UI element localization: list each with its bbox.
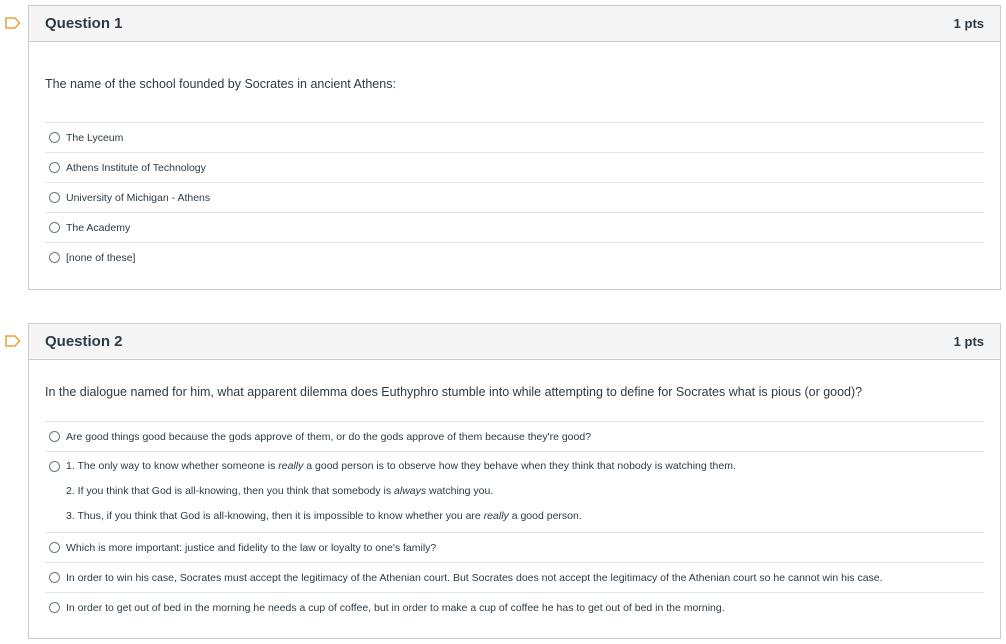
question-title: Question 2 <box>45 333 123 350</box>
answer-option[interactable]: In order to win his case, Socrates must … <box>45 562 984 592</box>
answer-option[interactable]: Which is more important: justice and fid… <box>45 532 984 562</box>
answer-list: The Lyceum Athens Institute of Technolog… <box>45 122 984 272</box>
question-card-2: Question 2 1 pts In the dialogue named f… <box>28 323 1001 639</box>
answer-label: In order to win his case, Socrates must … <box>66 571 883 584</box>
answer-line: 1. The only way to know whether someone … <box>66 460 736 472</box>
answer-label: Which is more important: justice and fid… <box>66 541 437 554</box>
answer-option[interactable]: In order to get out of bed in the mornin… <box>45 592 984 622</box>
answer-list: Are good things good because the gods ap… <box>45 421 984 622</box>
answer-option[interactable]: The Lyceum <box>45 122 984 152</box>
radio-button[interactable] <box>49 461 60 472</box>
answer-option[interactable]: 1. The only way to know whether someone … <box>45 451 984 532</box>
question-title: Question 1 <box>45 15 123 32</box>
question-points: 1 pts <box>953 334 984 349</box>
question-points: 1 pts <box>953 16 984 31</box>
flag-question-icon[interactable] <box>5 335 21 347</box>
radio-button[interactable] <box>49 542 60 553</box>
question-text: In the dialogue named for him, what appa… <box>45 385 863 399</box>
question-card-1: Question 1 1 pts The name of the school … <box>28 5 1001 290</box>
answer-line: 2. If you think that God is all-knowing,… <box>66 485 494 497</box>
answer-label: The Academy <box>66 221 131 234</box>
answer-option[interactable]: Athens Institute of Technology <box>45 152 984 182</box>
answer-label: In order to get out of bed in the mornin… <box>66 601 725 614</box>
question-header: Question 1 1 pts <box>29 6 1000 42</box>
question-text: The name of the school founded by Socrat… <box>45 77 396 91</box>
answer-option[interactable]: University of Michigan - Athens <box>45 182 984 212</box>
radio-button[interactable] <box>49 192 60 203</box>
radio-button[interactable] <box>49 252 60 263</box>
answer-label: [none of these] <box>66 251 136 264</box>
radio-button[interactable] <box>49 222 60 233</box>
radio-button[interactable] <box>49 162 60 173</box>
answer-label: 1. The only way to know whether someone … <box>66 460 736 522</box>
answer-line: 3. Thus, if you think that God is all-kn… <box>66 510 582 522</box>
answer-label: Are good things good because the gods ap… <box>66 430 592 443</box>
answer-label: University of Michigan - Athens <box>66 191 211 204</box>
answer-option[interactable]: The Academy <box>45 212 984 242</box>
flag-question-icon[interactable] <box>5 17 21 29</box>
question-header: Question 2 1 pts <box>29 324 1000 360</box>
radio-button[interactable] <box>49 602 60 613</box>
answer-option[interactable]: [none of these] <box>45 242 984 272</box>
answer-label: The Lyceum <box>66 131 124 144</box>
radio-button[interactable] <box>49 572 60 583</box>
radio-button[interactable] <box>49 431 60 442</box>
answer-option[interactable]: Are good things good because the gods ap… <box>45 421 984 451</box>
radio-button[interactable] <box>49 132 60 143</box>
answer-label: Athens Institute of Technology <box>66 161 206 174</box>
